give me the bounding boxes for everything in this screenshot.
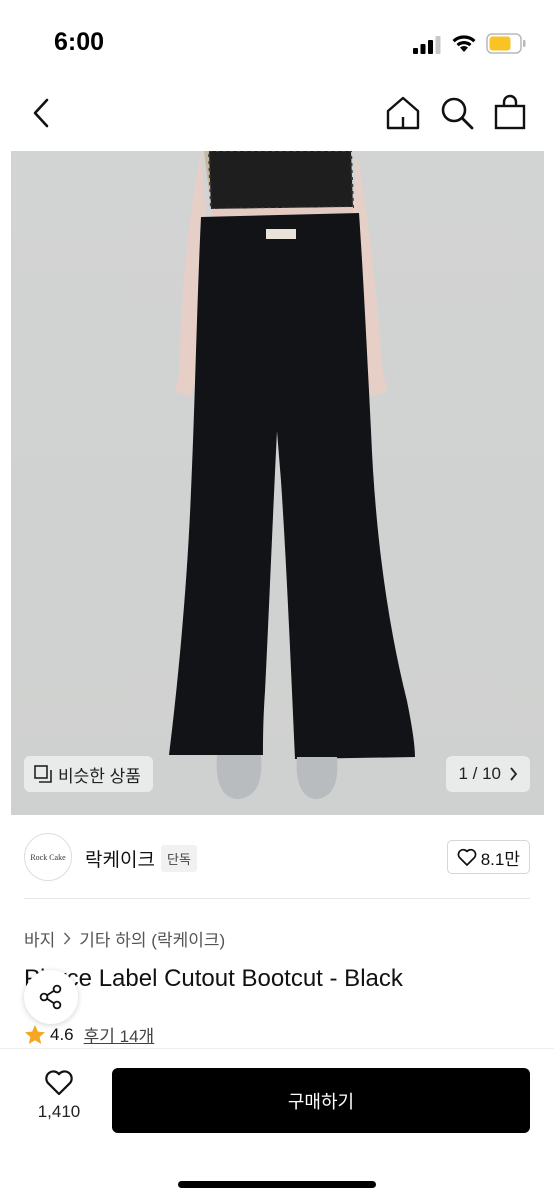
buy-button[interactable]: 구매하기 [112, 1068, 530, 1133]
brand-like-button[interactable]: 8.1만 [446, 840, 530, 874]
product-title: Pierce Label Cutout Bootcut - Black [24, 965, 403, 992]
wifi-icon [452, 35, 476, 52]
brand-logo-text: Rock Cake [30, 852, 66, 862]
brand-logo[interactable]: Rock Cake [24, 833, 72, 881]
product-like-count: 1,410 [37, 1102, 81, 1121]
product-like-button[interactable]: 1,410 [30, 1069, 88, 1122]
divider [24, 898, 530, 899]
home-icon[interactable] [384, 94, 422, 132]
rating-row: 4.6 후기 14개 [24, 1022, 154, 1047]
chevron-right-icon [510, 767, 518, 781]
home-indicator [178, 1181, 376, 1188]
chevron-right-icon [64, 932, 71, 945]
image-pager[interactable]: 1 / 10 [446, 756, 530, 792]
share-button[interactable] [24, 970, 78, 1024]
brand-name[interactable]: 락케이크 [85, 845, 155, 872]
image-pager-count: 1 / 10 [458, 764, 501, 783]
heart-icon [457, 848, 477, 866]
buy-button-label: 구매하기 [287, 1091, 355, 1112]
breadcrumb: 바지 기타 하의 (락케이크) [24, 926, 225, 951]
star-icon [25, 1024, 45, 1044]
status-time: 6:00 [54, 28, 105, 56]
breadcrumb-item[interactable]: 바지 [24, 926, 55, 951]
cellular-signal-icon [413, 36, 441, 54]
search-icon[interactable] [438, 94, 476, 132]
share-icon [39, 984, 62, 1010]
bottom-action-bar: 1,410 구매하기 [0, 1048, 554, 1200]
exclusive-badge: 단독 [161, 845, 197, 872]
heart-icon [45, 1070, 73, 1096]
similar-products-button[interactable]: 비슷한 상품 [24, 756, 153, 792]
status-bar: 6:00 [0, 0, 554, 80]
review-count-link[interactable]: 후기 14개 [84, 1022, 155, 1047]
back-arrow-icon[interactable] [28, 96, 56, 130]
battery-icon [486, 33, 526, 54]
breadcrumb-item[interactable]: 기타 하의 (락케이크) [79, 926, 225, 951]
product-photo [11, 151, 544, 815]
similar-items-icon [34, 765, 52, 783]
rating-value: 4.6 [50, 1024, 74, 1044]
product-image-carousel[interactable]: 비슷한 상품 1 / 10 [11, 151, 544, 815]
brand-like-count: 8.1만 [480, 849, 520, 869]
top-navigation [0, 80, 554, 148]
similar-products-label: 비슷한 상품 [58, 766, 141, 786]
shopping-bag-icon[interactable] [492, 93, 528, 131]
brand-row: Rock Cake 락케이크 단독 8.1만 [0, 826, 554, 896]
